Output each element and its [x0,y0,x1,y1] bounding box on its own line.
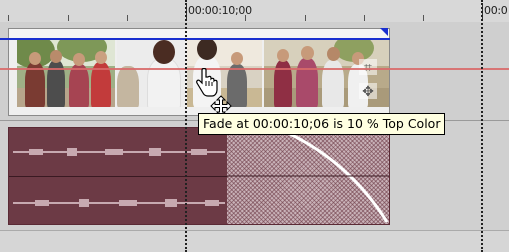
fade-envelope-line[interactable] [0,38,390,40]
time-ruler[interactable]: 00:00:10;00 00:0 [0,0,509,23]
audio-track [0,120,509,231]
audio-waveform-peak [79,199,89,207]
event-pan-crop-icon[interactable]: ⌗ [359,59,377,75]
timeline-area: 00:00:10;00 00:0 ⌗ ✥ Fade at 00:00:10;06… [0,0,509,252]
event-fx-icon[interactable]: ✥ [359,83,377,99]
audio-waveform-peak [165,199,177,207]
thumbnail-frame [17,38,115,107]
audio-waveform-peak [205,200,219,206]
timeline-scroll-area[interactable] [0,230,509,252]
audio-waveform-peak [35,200,49,206]
timeline-marker-line [481,0,483,252]
audio-waveform-peak [119,200,137,206]
ruler-tick [364,15,365,21]
audio-waveform-peak [67,148,77,156]
cursor-position-line [0,68,509,70]
fade-tooltip: Fade at 00:00:10;06 is 10 % Top Color [198,113,446,135]
fade-curve [227,128,389,223]
audio-waveform-peak [29,149,43,155]
audio-fade-out-region[interactable] [227,128,389,224]
ruler-tick [423,15,424,21]
video-event-header [9,29,389,38]
ruler-tick [305,15,306,21]
audio-waveform-peak [105,149,123,155]
audio-waveform-peak [191,149,207,155]
timeline-marker-line [185,0,187,252]
ruler-tick [68,15,69,21]
fade-handle[interactable] [380,28,388,36]
ruler-time-label: 00:00:10;00 [188,4,252,17]
hand-cursor-icon [196,68,218,97]
thumbnail-frame [117,38,185,107]
ruler-tick [8,15,9,21]
audio-waveform-peak [149,148,161,156]
ruler-time-label-right: 00:0 [484,4,508,17]
ruler-tick [127,15,128,21]
video-track: ⌗ ✥ [0,22,509,120]
audio-event[interactable] [8,127,390,225]
